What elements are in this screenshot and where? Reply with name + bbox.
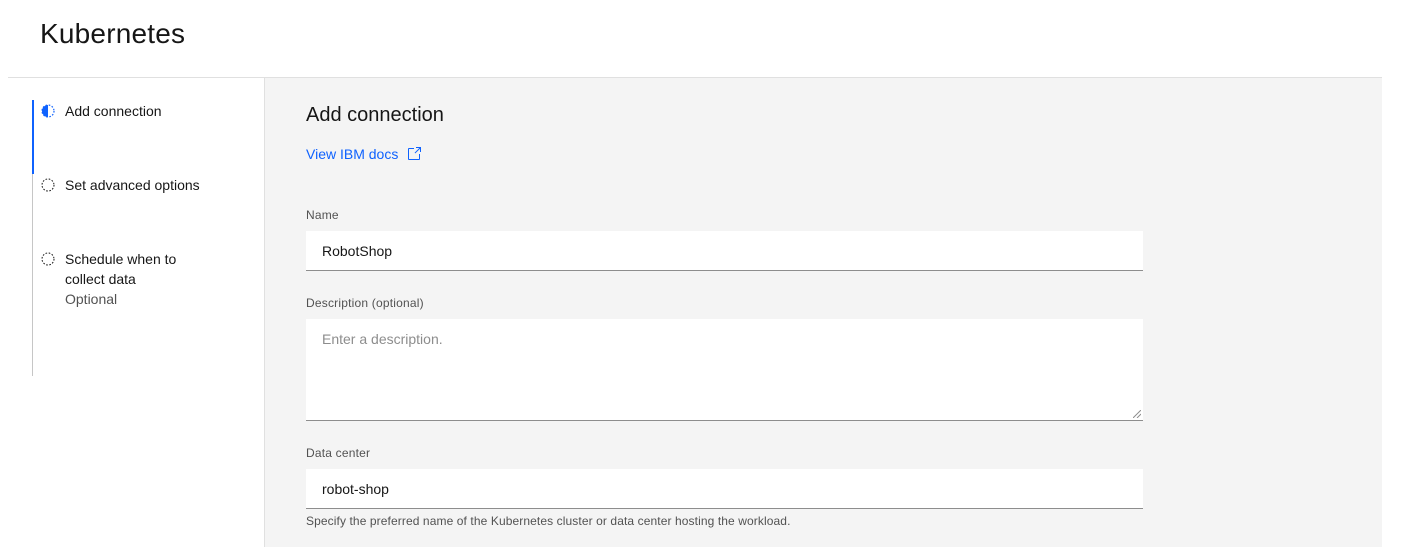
page-title: Kubernetes (40, 18, 186, 49)
dashed-circle-icon (41, 252, 55, 266)
step-add-connection[interactable]: Add connection (32, 100, 264, 174)
description-label: Description (optional) (306, 296, 424, 310)
description-placeholder: Enter a description. (322, 331, 443, 347)
docs-link-label: View IBM docs (306, 146, 399, 162)
step-set-advanced-options[interactable]: Set advanced options (32, 174, 264, 248)
half-circle-icon (41, 104, 55, 118)
step-schedule[interactable]: Schedule when to collect data Optional (32, 248, 264, 376)
step-label: Schedule when to collect data (65, 251, 177, 287)
data-center-input[interactable]: robot-shop (306, 469, 1143, 509)
step-label: Add connection (65, 103, 162, 119)
resize-grip-icon[interactable] (1133, 410, 1141, 418)
external-link-icon (408, 147, 422, 160)
view-docs-link[interactable]: View IBM docs (306, 146, 422, 162)
name-label: Name (306, 208, 339, 222)
step-label: Set advanced options (65, 177, 200, 193)
data-center-helper-text: Specify the preferred name of the Kubern… (306, 514, 791, 528)
description-textarea[interactable]: Enter a description. (306, 319, 1143, 421)
section-title: Add connection (306, 104, 444, 126)
progress-indicator: Add connection Set advanced options Sche… (32, 100, 264, 376)
main-panel: Add connection View IBM docs Name RobotS… (264, 78, 1382, 547)
name-input[interactable]: RobotShop (306, 231, 1143, 271)
step-optional-label: Optional (65, 291, 118, 307)
dashed-circle-icon (41, 178, 55, 192)
data-center-label: Data center (306, 446, 371, 460)
